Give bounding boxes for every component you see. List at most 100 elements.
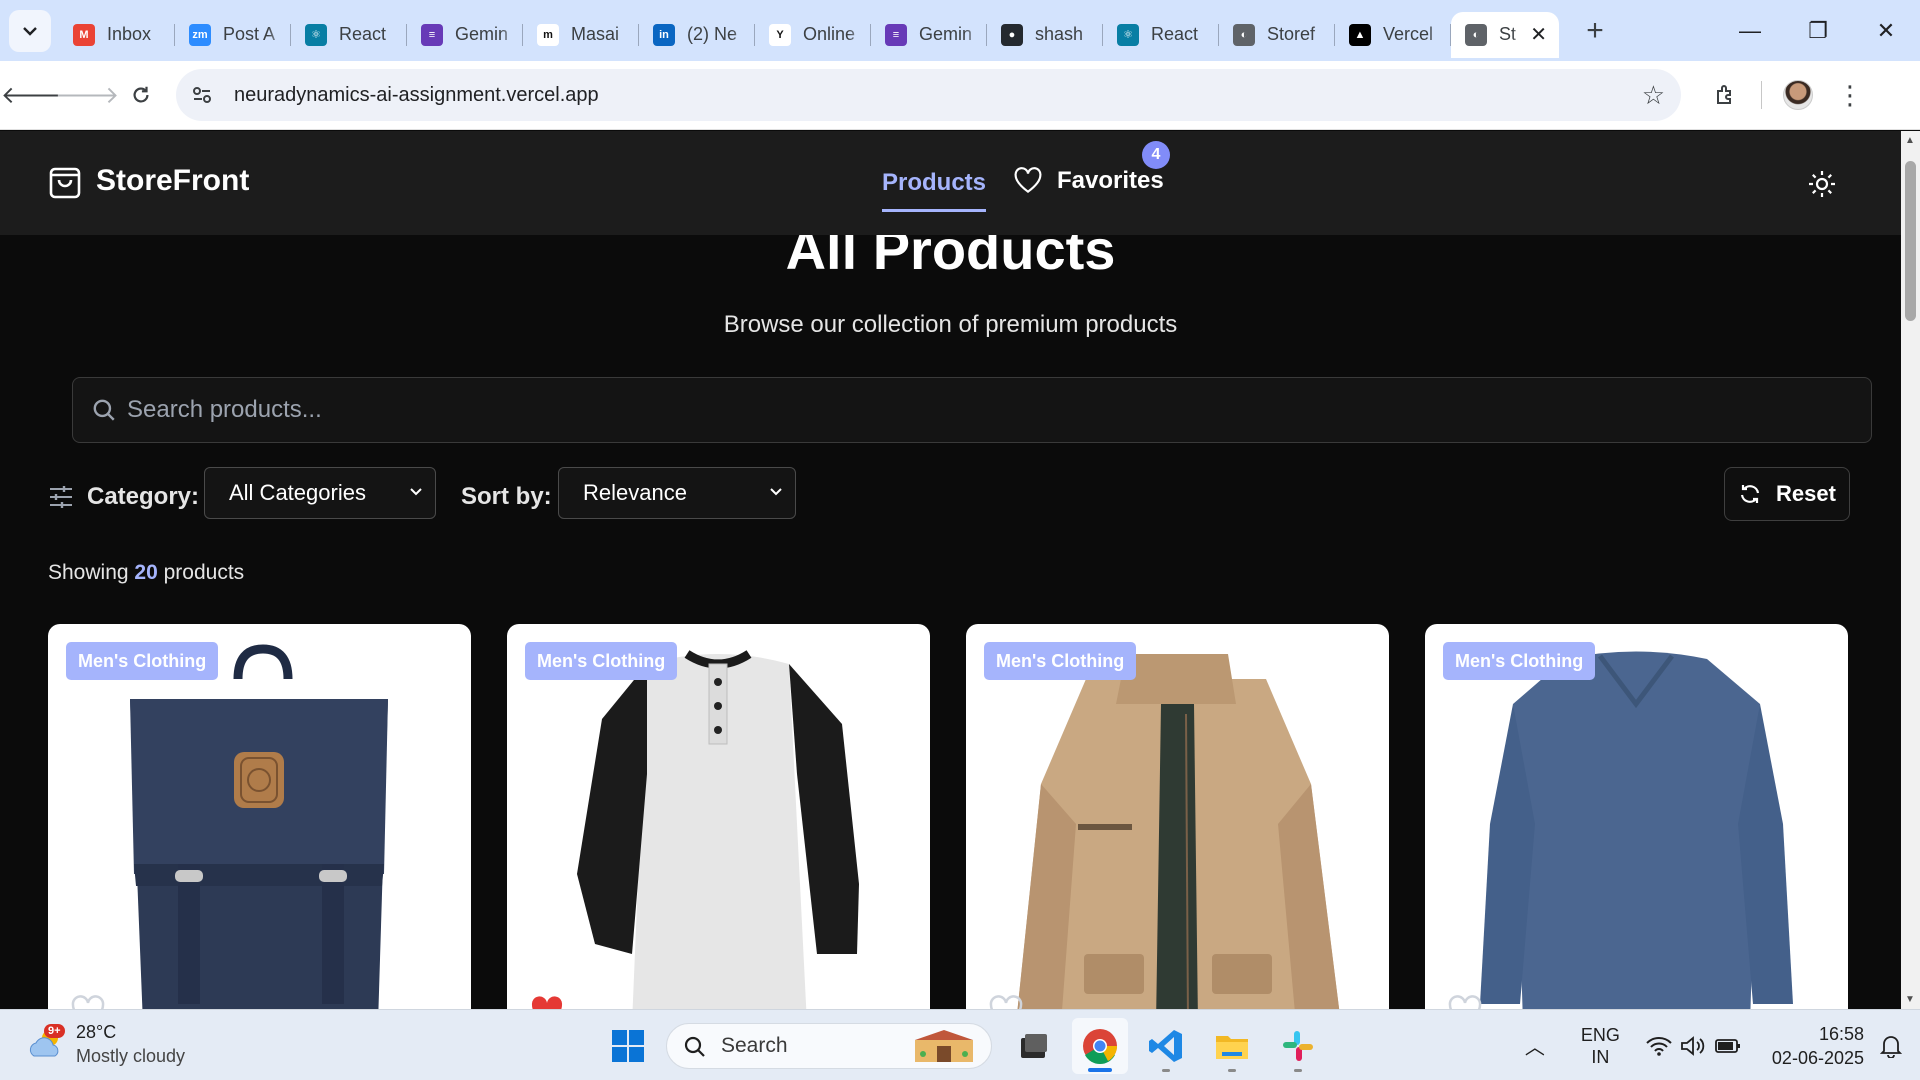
puzzle-icon xyxy=(1717,85,1731,104)
taskbar-slack[interactable] xyxy=(1270,1018,1326,1074)
react-icon: ⚛ xyxy=(305,23,327,46)
nav-favorites[interactable]: Favorites xyxy=(1013,167,1164,195)
nav-products[interactable]: Products xyxy=(882,169,987,212)
sun-icon xyxy=(1809,171,1835,197)
refresh-icon xyxy=(1740,485,1760,503)
browser-tab[interactable]: ▲ Vercel xyxy=(1335,12,1451,58)
search-icon xyxy=(684,1036,705,1057)
restore-button[interactable]: ❐ xyxy=(1784,0,1852,61)
site-info-icon[interactable] xyxy=(184,77,220,113)
forms-icon: ≡ xyxy=(885,23,907,46)
task-view-icon xyxy=(1021,1034,1047,1058)
profile-button[interactable] xyxy=(1772,69,1824,121)
favorite-heart-icon[interactable] xyxy=(529,994,565,1009)
search-input[interactable] xyxy=(127,396,1827,424)
reload-button[interactable] xyxy=(114,68,168,122)
tab-title: React xyxy=(339,24,387,44)
favorite-heart-icon[interactable] xyxy=(988,994,1024,1009)
taskbar-chrome[interactable] xyxy=(1072,1018,1128,1074)
taskbar-search-label: Search xyxy=(721,1034,788,1057)
category-select[interactable]: All Categories xyxy=(204,467,436,519)
weather-temp: 28°C xyxy=(76,1022,117,1042)
scrollbar-thumb[interactable] xyxy=(1905,161,1916,321)
tab-title: (2) Ne xyxy=(687,24,738,44)
chevron-up-icon[interactable]: ︿ xyxy=(1525,1031,1545,1060)
chevron-down-icon xyxy=(410,488,422,496)
forward-button[interactable]: 🡒 xyxy=(55,68,119,122)
address-bar: 🡐 🡒 neuradynamics-ai-assignment.vercel.a… xyxy=(0,61,1920,130)
clock-time: 16:58 xyxy=(1818,1023,1864,1044)
omnibox[interactable]: neuradynamics-ai-assignment.vercel.app ☆ xyxy=(176,69,1681,121)
wifi-icon[interactable] xyxy=(1646,1036,1672,1056)
clock[interactable]: 16:58 02-06-2025 xyxy=(1772,1022,1864,1070)
taskbar-vscode[interactable] xyxy=(1138,1018,1194,1074)
shopping-bag-icon xyxy=(49,167,81,199)
tab-title: Vercel xyxy=(1383,24,1434,44)
sort-select-value: Relevance xyxy=(583,480,687,505)
extensions-button[interactable] xyxy=(1699,69,1751,121)
search-icon xyxy=(93,399,115,421)
browser-menu-button[interactable]: ⋮ xyxy=(1824,69,1876,121)
scroll-up-arrow[interactable]: ▲ xyxy=(1905,135,1915,146)
page-scrollbar[interactable]: ▲ ▼ xyxy=(1901,131,1920,1009)
favorite-heart-icon[interactable] xyxy=(70,994,106,1009)
language-indicator[interactable]: ENG IN xyxy=(1581,1024,1620,1068)
windows-taskbar: 9+ 28°C Mostly cloudy Search ︿ ENG IN 16… xyxy=(0,1009,1920,1080)
browser-tab[interactable]: M Inbox xyxy=(59,12,175,58)
browser-tab[interactable]: in (2) Ne xyxy=(639,12,755,58)
browser-tab[interactable]: ⚛ React xyxy=(1103,12,1219,58)
sort-select[interactable]: Relevance xyxy=(558,467,796,519)
task-view-button[interactable] xyxy=(1006,1018,1062,1074)
browser-tab[interactable]: ⚛ React xyxy=(291,12,407,58)
taskbar-file-explorer[interactable] xyxy=(1204,1018,1260,1074)
scroll-down-arrow[interactable]: ▼ xyxy=(1905,994,1915,1005)
new-tab-button[interactable]: + xyxy=(1575,14,1615,48)
start-button[interactable] xyxy=(600,1018,656,1074)
tab-title: React xyxy=(1151,24,1199,44)
notification-bell-icon[interactable] xyxy=(1880,1034,1902,1058)
product-card[interactable]: Men's Clothing xyxy=(1425,624,1848,1009)
weather-widget[interactable]: 9+ 28°C Mostly cloudy xyxy=(26,1020,185,1068)
url-text[interactable]: neuradynamics-ai-assignment.vercel.app xyxy=(234,84,599,107)
reset-button[interactable]: Reset xyxy=(1724,467,1850,521)
product-image-backpack xyxy=(130,644,388,1009)
system-tray: ︿ ENG IN 16:58 02-06-2025 xyxy=(1525,1010,1920,1080)
browser-tab[interactable]: ◐ Storef xyxy=(1219,12,1335,58)
page-subtitle: Browse our collection of premium product… xyxy=(723,311,1178,338)
category-badge: Men's Clothing xyxy=(1443,642,1596,680)
sliders-icon xyxy=(50,486,72,508)
taskbar-search[interactable]: Search xyxy=(666,1023,992,1069)
browser-tab[interactable]: Y Online xyxy=(755,12,871,58)
web-page: All Products Browse our collection of pr… xyxy=(0,131,1901,1009)
browser-tab-strip: M Inbox zm Post A ⚛ React ≡ Gemin m Masai in (2) Ne… xyxy=(0,0,1920,61)
bookmark-star-icon[interactable]: ☆ xyxy=(1642,80,1665,111)
close-tab-icon[interactable]: ✕ xyxy=(1530,22,1547,47)
favorite-heart-icon[interactable] xyxy=(1447,994,1483,1009)
gmail-icon: M xyxy=(73,23,95,46)
chrome-icon xyxy=(1083,1029,1117,1064)
brand-name: StoreFront xyxy=(96,164,250,197)
weather-notification-badge: 9+ xyxy=(44,1024,65,1038)
brand-link[interactable]: StoreFront xyxy=(48,163,249,199)
browser-tab[interactable]: ● shash xyxy=(987,12,1103,58)
close-window-button[interactable]: ✕ xyxy=(1852,0,1920,61)
react-icon: ⚛ xyxy=(1117,23,1139,46)
minimize-button[interactable]: — xyxy=(1716,0,1784,61)
volume-icon[interactable] xyxy=(1680,1035,1706,1057)
browser-tab-active[interactable]: ◐ St ✕ xyxy=(1451,11,1559,58)
browser-tab[interactable]: m Masai xyxy=(523,12,639,58)
language-line1: ENG xyxy=(1580,1024,1620,1045)
tab-title: Online xyxy=(803,24,856,44)
product-card[interactable]: Men's Clothing xyxy=(507,624,930,1009)
tab-search-button[interactable] xyxy=(9,9,51,52)
browser-tab[interactable]: ≡ Gemin xyxy=(407,12,523,58)
browser-tab[interactable]: zm Post A xyxy=(175,12,291,58)
battery-icon[interactable] xyxy=(1714,1036,1742,1056)
product-card[interactable]: Men's Clothing xyxy=(48,624,471,1009)
search-box[interactable] xyxy=(72,377,1872,443)
back-button[interactable]: 🡐 xyxy=(1,68,65,122)
browser-tab[interactable]: ≡ Gemin xyxy=(871,12,987,58)
masai-icon: m xyxy=(537,23,559,46)
product-card[interactable]: Men's Clothing xyxy=(966,624,1389,1009)
theme-toggle-button[interactable] xyxy=(1806,168,1838,200)
